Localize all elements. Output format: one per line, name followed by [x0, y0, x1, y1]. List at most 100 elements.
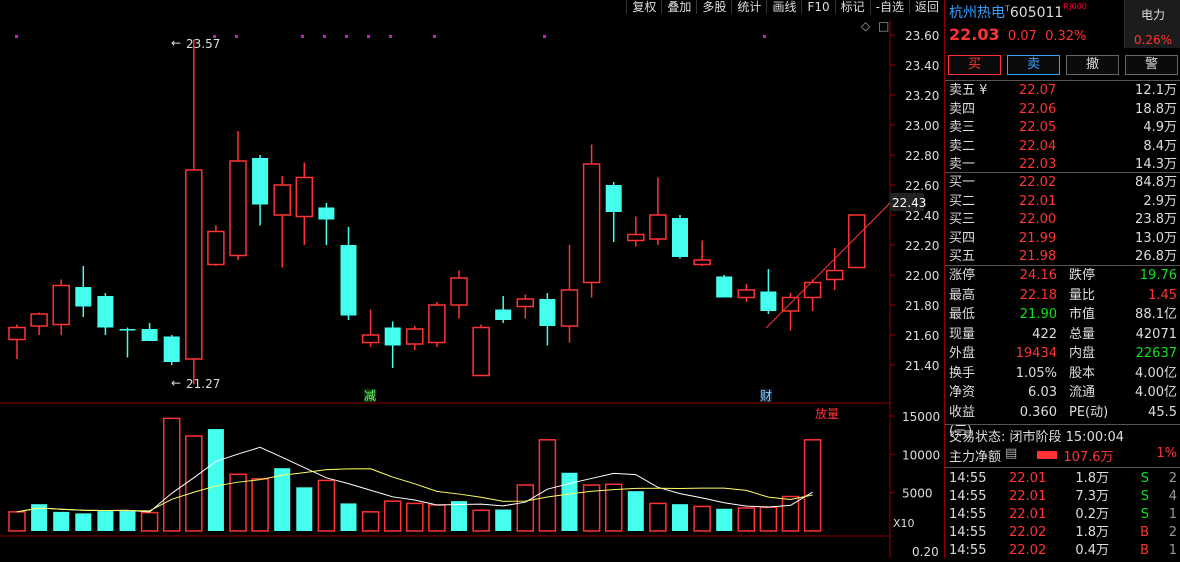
alert-button[interactable]: 警 [1125, 55, 1178, 75]
stat-value2: 4.00亿 [1135, 385, 1177, 400]
stat-key2: 量比 [1069, 287, 1096, 303]
trade-actions: 买 卖 撤 警 [945, 53, 1180, 77]
volume-bar [251, 478, 269, 532]
bid-row[interactable]: 买四 21.99 13.0万 [949, 230, 1177, 249]
cai-marker[interactable]: 财 [760, 389, 772, 403]
sell-button[interactable]: 卖 [1007, 55, 1060, 75]
price-axis-label: 21.60 [905, 329, 939, 343]
bid-row[interactable]: 买二 22.01 2.9万 [949, 193, 1177, 212]
expand-icon[interactable]: □ [878, 19, 889, 33]
stat-value: 24.16 [1019, 268, 1057, 283]
stat-value: 22.18 [1019, 287, 1057, 303]
ask-volume: 4.9万 [1143, 120, 1177, 135]
toolbar-btn-1[interactable]: 叠加 [661, 0, 696, 14]
bid-row[interactable]: 买五 21.98 26.8万 [949, 248, 1177, 267]
bid-price: 22.00 [1019, 212, 1057, 227]
volume-bar [604, 483, 623, 532]
tick-row: 14:55 22.02 0.4万 B 1 [949, 542, 1177, 560]
price-axis-label: 21.80 [905, 299, 939, 313]
stat-key2: 总量 [1069, 326, 1096, 342]
tick-side: B [1140, 525, 1149, 540]
kline-chart[interactable]: 23.60 23.40 23.20 23.00 22.80 22.60 22.40 22.20… [0, 0, 944, 559]
ask-row[interactable]: 卖三 22.05 4.9万 [949, 119, 1177, 138]
volume-bar [207, 429, 224, 531]
volume-bar [162, 417, 181, 532]
candle[interactable] [207, 225, 225, 267]
price-change: 0.07 [1007, 29, 1037, 44]
diamond-icon[interactable]: ◇ [861, 19, 871, 33]
price-axis-label: 22.60 [905, 179, 939, 193]
candle[interactable] [472, 324, 490, 377]
marker-dot [301, 35, 304, 38]
arrow-icon: ← [171, 36, 181, 50]
divider [945, 424, 1180, 425]
ask-row[interactable]: 卖四 22.06 18.8万 [949, 101, 1177, 120]
candle[interactable] [848, 214, 866, 269]
stat-key2: 流通 [1069, 385, 1096, 400]
cancel-button[interactable]: 撤 [1066, 55, 1119, 75]
tick-time: 14:55 [949, 489, 987, 504]
bottom-tick-label: 0.20 [912, 545, 939, 558]
toolbar-btn-8[interactable]: 返回 [908, 0, 944, 14]
toolbar-btn-5[interactable]: F10 [801, 0, 834, 14]
jian-marker[interactable]: 减 [364, 389, 376, 403]
stat-key: 涨停 [949, 268, 976, 283]
ask-row[interactable]: 卖五 ¥ 22.07 12.1万 [949, 82, 1177, 101]
toolbar-btn-4[interactable]: 画线 [766, 0, 801, 14]
volume-bar [406, 502, 424, 532]
stat-row: 最低 21.90 市值 88.1亿 [949, 305, 1177, 325]
divider [945, 172, 1180, 173]
bid-row[interactable]: 买一 22.02 84.8万 [949, 174, 1177, 193]
stat-key: 换手 [949, 365, 976, 381]
ask-label: 卖三 [949, 120, 976, 135]
price-axis-label: 23.00 [905, 119, 939, 133]
divider [945, 467, 1180, 468]
candle[interactable] [672, 215, 688, 259]
volume-bar [472, 509, 490, 532]
vol-axis-label: 5000 [902, 487, 933, 501]
bid-volume: 23.8万 [1135, 212, 1177, 227]
candle[interactable] [428, 302, 446, 347]
stat-value2: 4.00亿 [1135, 365, 1177, 381]
tick-row: 14:55 22.02 1.8万 B 2 [949, 524, 1177, 542]
main-force-row[interactable]: 主力净额 ▤ 107.6万 1% [949, 446, 1177, 465]
stat-value2: 1.45 [1148, 287, 1177, 303]
tick-qty: 0.4万 [1075, 543, 1109, 558]
volume-bar [451, 501, 467, 531]
stat-value: 1.05% [1015, 365, 1057, 381]
list-icon: ▤ [1005, 446, 1018, 461]
sector-box[interactable]: 电力 0.26% [1124, 0, 1180, 48]
bid-volume: 26.8万 [1135, 249, 1177, 264]
tick-side: S [1140, 471, 1149, 486]
last-price-tag: 22.43 [892, 196, 926, 210]
stock-code: 605011 [1009, 5, 1064, 21]
bid-row[interactable]: 买三 22.00 23.8万 [949, 211, 1177, 230]
stat-value2: 88.1亿 [1135, 307, 1177, 322]
sector-pct: 0.26% [1133, 33, 1173, 47]
volume-bar [538, 439, 557, 532]
sector-name: 电力 [1140, 8, 1165, 22]
marker-dot [763, 35, 766, 38]
tick-side: S [1140, 489, 1149, 504]
stat-key2: 股本 [1069, 365, 1096, 381]
volume-bar [185, 435, 203, 532]
toolbar-btn-3[interactable]: 统计 [731, 0, 766, 14]
toolbar: 复权 叠加 多股 统计 画线 F10 标记 -自选 返回 [626, 0, 944, 14]
candle[interactable] [163, 335, 180, 365]
candle[interactable] [582, 144, 601, 298]
main-force-pct: 1% [1156, 446, 1177, 461]
toolbar-btn-7[interactable]: -自选 [869, 0, 909, 14]
kline-chart-area[interactable]: 23.60 23.40 23.20 23.00 22.80 22.60 22.40 22.20… [0, 0, 944, 559]
volume-bar [672, 504, 688, 531]
ask-row[interactable]: 卖二 22.04 8.4万 [949, 138, 1177, 157]
tick-count: 2 [1168, 525, 1177, 540]
tick-row: 14:55 22.01 1.8万 S 2 [949, 470, 1177, 488]
tick-side: B [1140, 543, 1149, 558]
buy-button[interactable]: 买 [948, 55, 1001, 75]
ask-volume: 12.1万 [1135, 83, 1177, 98]
candle[interactable] [716, 275, 733, 298]
toolbar-btn-2[interactable]: 多股 [696, 0, 731, 14]
toolbar-btn-6[interactable]: 标记 [834, 0, 870, 14]
stat-value2: 45.5 [1148, 404, 1177, 420]
toolbar-btn-0[interactable]: 复权 [626, 0, 661, 14]
